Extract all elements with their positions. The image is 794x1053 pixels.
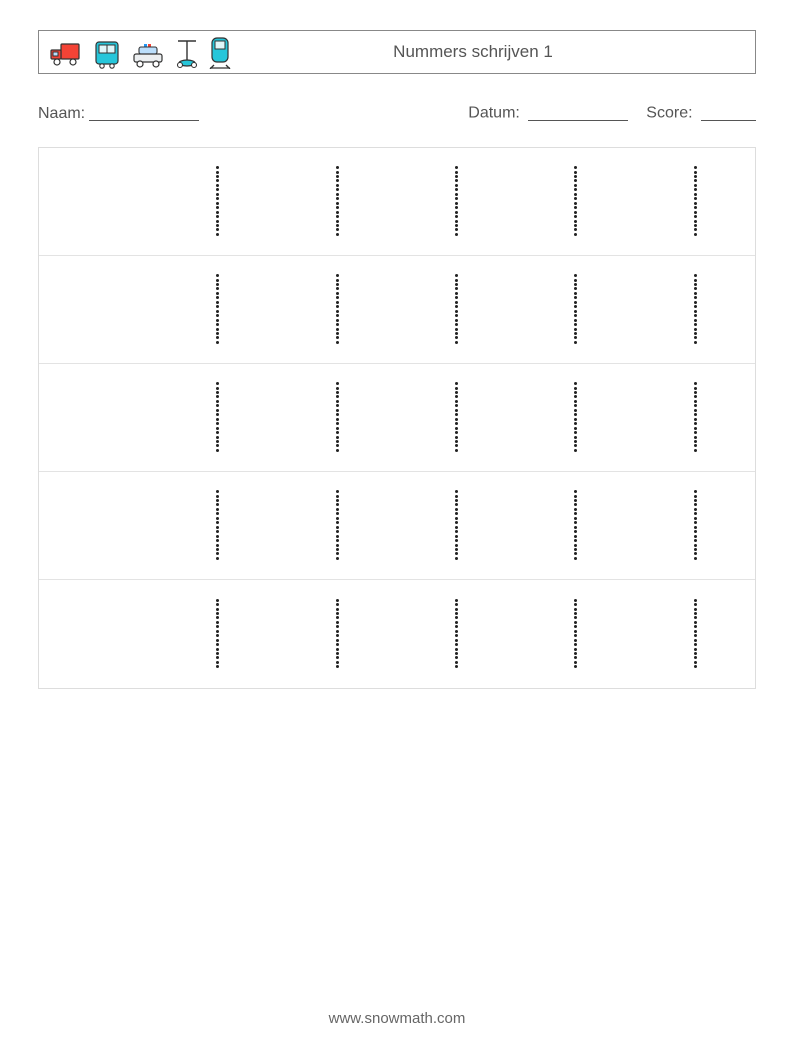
segway-icon (174, 37, 200, 69)
train-icon (209, 35, 231, 69)
bus-icon (92, 39, 122, 69)
trace-glyph-1 (215, 490, 221, 560)
practice-row (39, 256, 755, 364)
trace-glyph-1 (454, 274, 460, 344)
practice-cell[interactable] (158, 364, 277, 471)
practice-cell[interactable] (39, 472, 158, 579)
trace-glyph-1 (573, 599, 579, 669)
trace-glyph-1 (215, 599, 221, 669)
practice-cell[interactable] (636, 148, 755, 255)
trace-glyph-1 (454, 599, 460, 669)
trace-glyph-1 (334, 274, 340, 344)
trace-glyph-1 (454, 382, 460, 452)
date-blank[interactable] (528, 103, 628, 121)
trace-glyph-1 (573, 490, 579, 560)
meta-row: Naam: Datum: Score: (38, 100, 756, 123)
practice-cell[interactable] (39, 364, 158, 471)
practice-cell[interactable] (636, 472, 755, 579)
trace-glyph-1 (334, 490, 340, 560)
trace-glyph-1 (573, 382, 579, 452)
practice-cell[interactable] (278, 580, 397, 688)
practice-row (39, 580, 755, 688)
trace-glyph-1 (334, 382, 340, 452)
practice-row (39, 364, 755, 472)
police-car-icon (131, 43, 165, 69)
trace-glyph-1 (454, 490, 460, 560)
practice-cell[interactable] (636, 256, 755, 363)
practice-cell[interactable] (397, 580, 516, 688)
header-icons (49, 35, 231, 69)
trace-glyph-1 (454, 166, 460, 236)
practice-row (39, 472, 755, 580)
trace-glyph-1 (692, 490, 698, 560)
practice-cell[interactable] (636, 364, 755, 471)
practice-cell[interactable] (636, 580, 755, 688)
practice-row (39, 148, 755, 256)
practice-cell[interactable] (158, 148, 277, 255)
practice-cell[interactable] (516, 256, 635, 363)
trace-glyph-1 (573, 166, 579, 236)
truck-icon (49, 41, 83, 69)
trace-glyph-1 (215, 166, 221, 236)
practice-cell[interactable] (278, 472, 397, 579)
practice-grid (38, 147, 756, 689)
trace-glyph-1 (334, 166, 340, 236)
worksheet-header: Nummers schrijven 1 (38, 30, 756, 74)
trace-glyph-1 (692, 166, 698, 236)
practice-cell[interactable] (516, 364, 635, 471)
practice-cell[interactable] (158, 256, 277, 363)
practice-cell[interactable] (158, 472, 277, 579)
practice-cell[interactable] (278, 148, 397, 255)
name-label: Naam: (38, 105, 85, 123)
practice-cell[interactable] (516, 472, 635, 579)
score-blank[interactable] (701, 103, 756, 121)
trace-glyph-1 (692, 382, 698, 452)
trace-glyph-1 (215, 274, 221, 344)
practice-cell[interactable] (158, 580, 277, 688)
trace-glyph-1 (215, 382, 221, 452)
practice-cell[interactable] (278, 364, 397, 471)
trace-glyph-1 (334, 599, 340, 669)
practice-cell[interactable] (516, 148, 635, 255)
practice-cell[interactable] (397, 472, 516, 579)
practice-cell[interactable] (397, 364, 516, 471)
practice-cell[interactable] (278, 256, 397, 363)
trace-glyph-1 (573, 274, 579, 344)
practice-cell[interactable] (516, 580, 635, 688)
practice-cell[interactable] (39, 148, 158, 255)
trace-glyph-1 (692, 599, 698, 669)
practice-cell[interactable] (39, 256, 158, 363)
worksheet-title: Nummers schrijven 1 (231, 42, 745, 62)
date-label: Datum: (468, 105, 520, 122)
footer-url: www.snowmath.com (0, 1010, 794, 1027)
practice-cell[interactable] (39, 580, 158, 688)
trace-glyph-1 (692, 274, 698, 344)
practice-cell[interactable] (397, 148, 516, 255)
practice-cell[interactable] (397, 256, 516, 363)
name-blank[interactable] (89, 103, 199, 121)
score-label: Score: (646, 105, 692, 122)
